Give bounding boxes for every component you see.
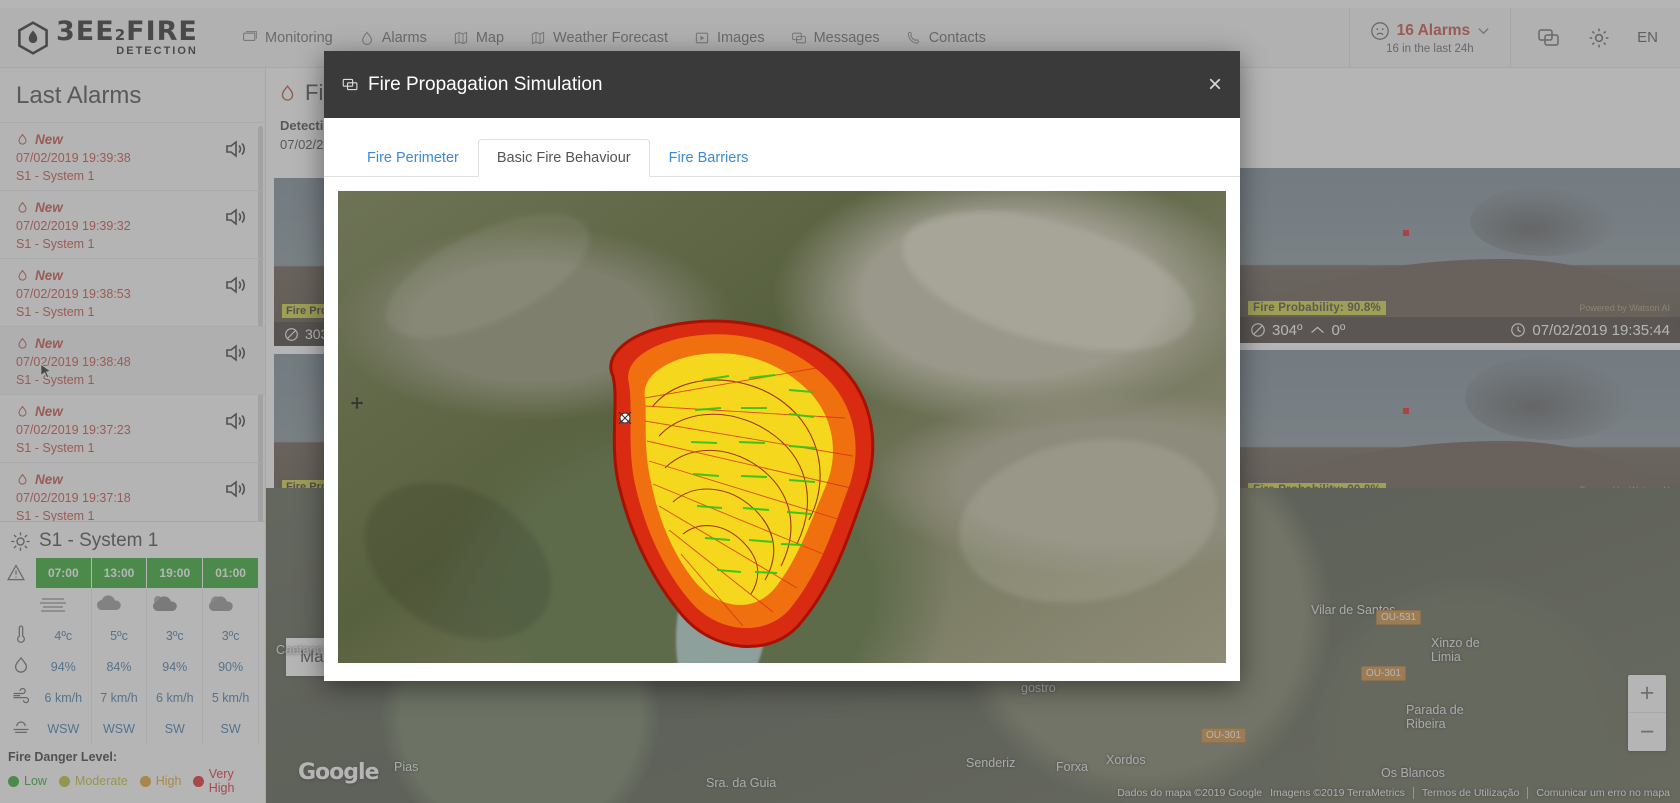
tab-basic-fire-behaviour[interactable]: Basic Fire Behaviour [477, 139, 650, 177]
simulation-map[interactable] [338, 191, 1226, 663]
modal-title: Fire Propagation Simulation [342, 74, 602, 96]
app-root: 3EE2FIRE DETECTION Monitoring Alarms Map… [0, 0, 1680, 803]
modal-body [324, 177, 1240, 681]
fire-propagation-modal: Fire Propagation Simulation × Fire Perim… [324, 51, 1240, 681]
terrain-ridge [946, 419, 1226, 623]
modal-tabs: Fire Perimeter Basic Fire Behaviour Fire… [324, 118, 1240, 177]
tab-fire-barriers[interactable]: Fire Barriers [650, 139, 768, 177]
terrain-ridge [338, 450, 580, 663]
modal-header: Fire Propagation Simulation × [324, 51, 1240, 118]
close-icon[interactable]: × [1208, 72, 1222, 97]
terrain-ridge [887, 191, 1209, 378]
terrain-ridge [369, 191, 607, 364]
fire-propagation-polygon [609, 319, 875, 648]
tab-fire-perimeter[interactable]: Fire Perimeter [348, 139, 478, 177]
modal-title-label: Fire Propagation Simulation [368, 73, 603, 95]
window-icon [342, 76, 359, 93]
move-cursor-icon [350, 396, 364, 410]
